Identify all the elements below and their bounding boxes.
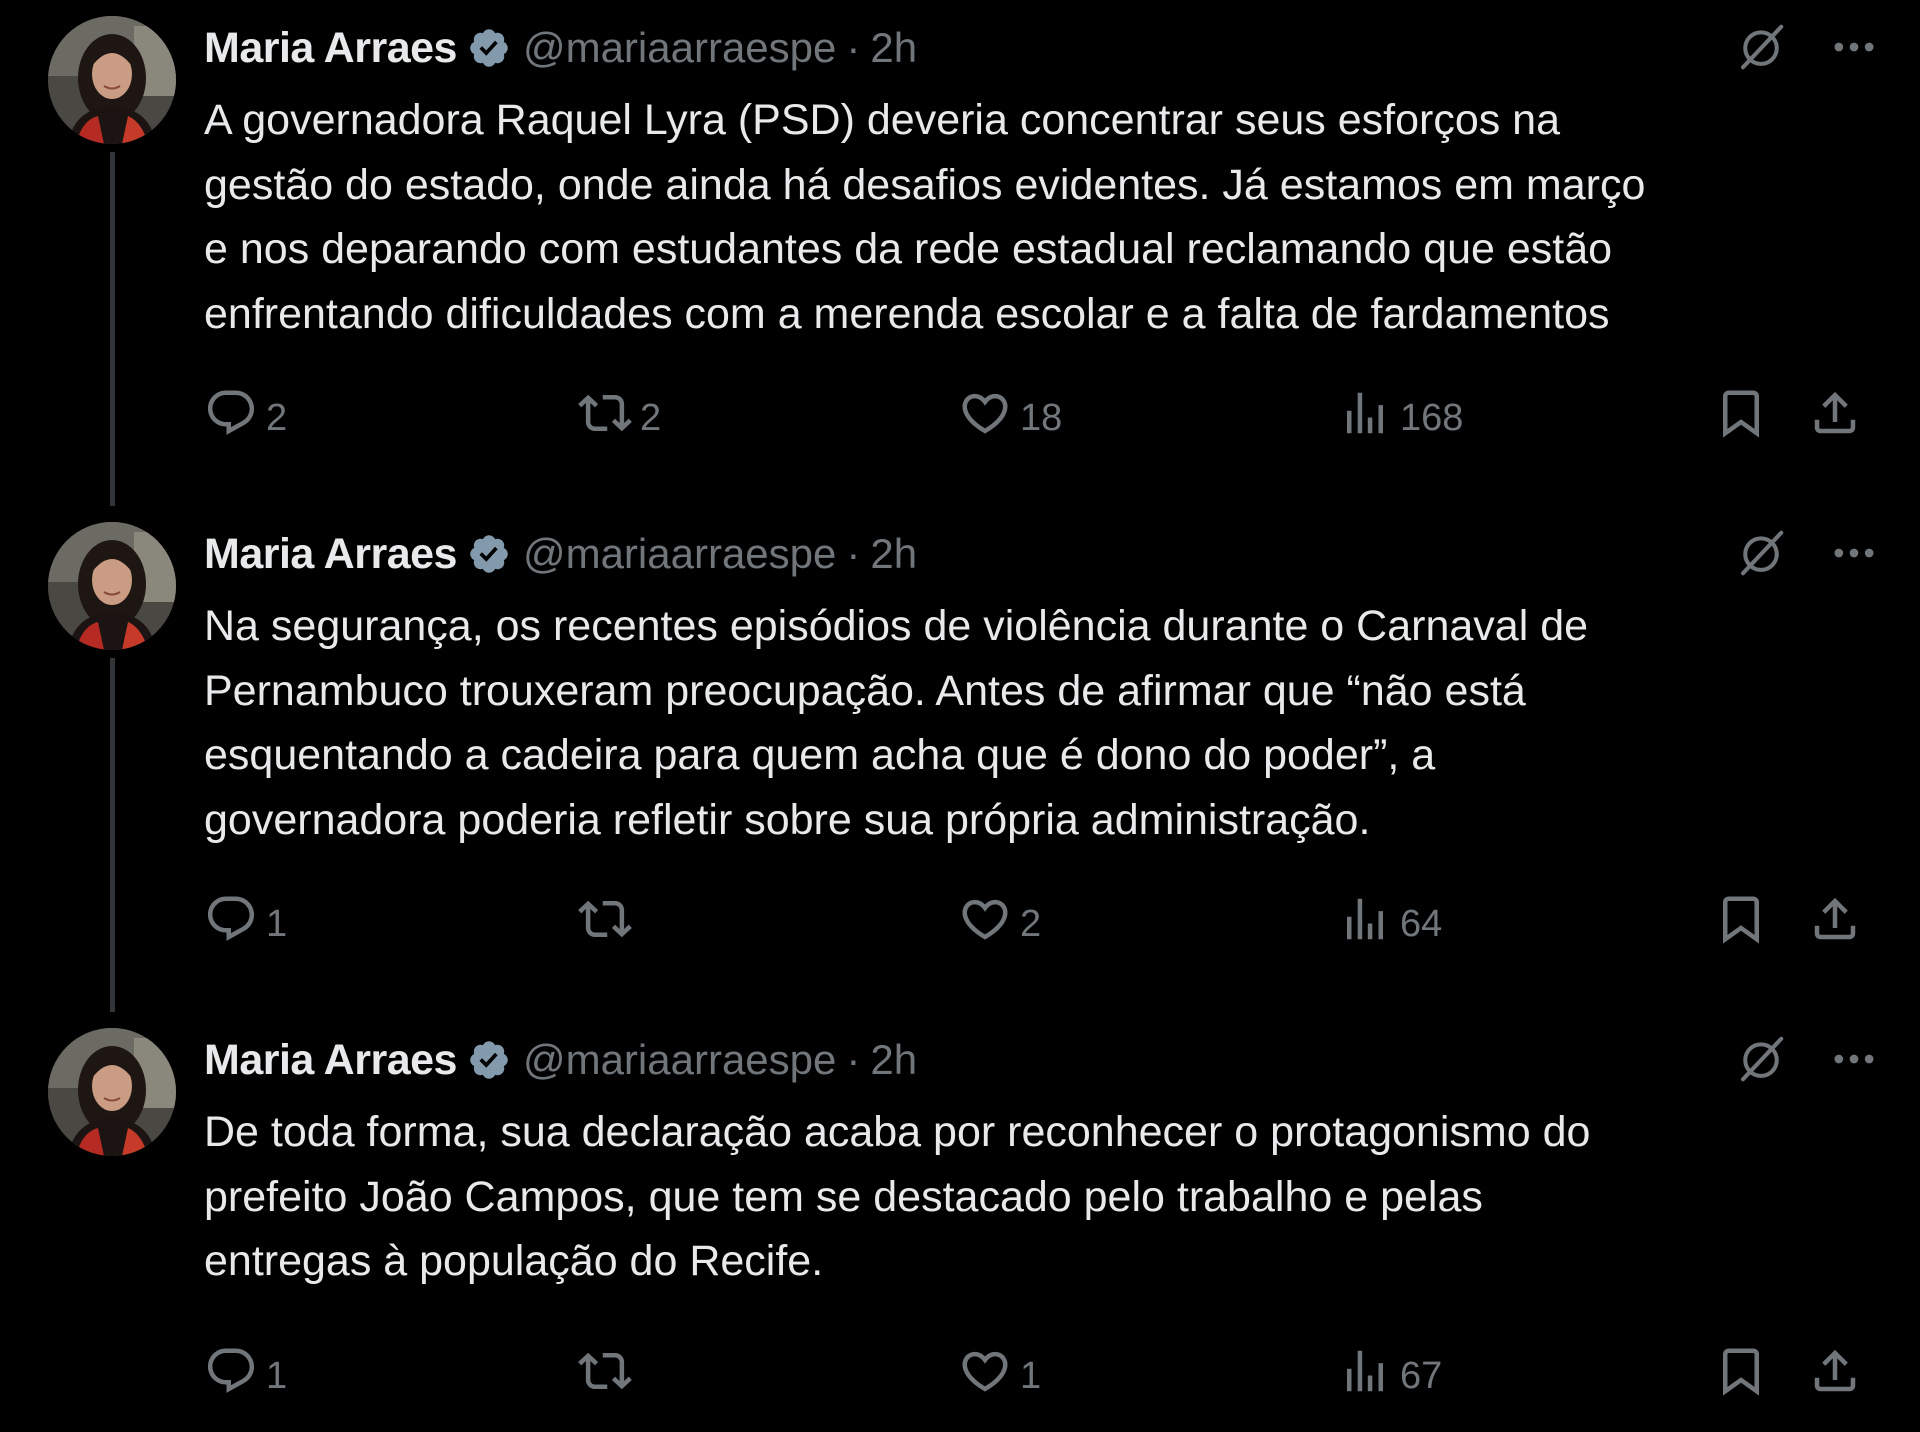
like-icon	[958, 892, 1012, 956]
views-icon	[1338, 892, 1392, 956]
tweet-text-line: gestão do estado, onde ainda há desafios…	[204, 160, 1646, 209]
retweet-icon	[578, 1344, 632, 1408]
tweet-actions: 2 2 18 168	[204, 388, 1880, 448]
like-count: 2	[1020, 902, 1042, 945]
grok-icon[interactable]	[1734, 1032, 1788, 1086]
tweet-header-actions	[1734, 1032, 1880, 1086]
views-count: 64	[1400, 902, 1443, 945]
display-name[interactable]: Maria Arraes	[204, 530, 457, 579]
tweet-text-line: Pernambuco trouxeram preocupação. Antes …	[204, 666, 1526, 715]
views-button[interactable]: 168	[1338, 388, 1463, 448]
separator-dot: ·	[846, 530, 861, 577]
bookmark-icon	[1714, 386, 1768, 450]
tweet-actions: 1 1 67	[204, 1346, 1880, 1406]
tweet-text: A governadora Raquel Lyra (PSD) deveria …	[204, 88, 1884, 346]
retweet-button[interactable]	[578, 894, 640, 954]
bookmark-button[interactable]	[1714, 1346, 1768, 1406]
user-handle[interactable]: @mariaarraespe	[523, 24, 836, 72]
timestamp[interactable]: 2h	[870, 530, 917, 578]
grok-icon[interactable]	[1734, 20, 1788, 74]
separator-dot: ·	[846, 24, 861, 71]
thread-connector-line	[110, 152, 115, 506]
tweet-text: De toda forma, sua declaração acaba por …	[204, 1100, 1884, 1294]
tweet-header: Maria Arraes @mariaarraespe · 2h	[204, 1030, 917, 1090]
retweet-icon	[578, 386, 632, 450]
reply-button[interactable]: 1	[204, 894, 287, 954]
like-icon	[958, 386, 1012, 450]
tweet-text-line: entregas à população do Recife.	[204, 1237, 824, 1285]
bookmark-icon	[1714, 892, 1768, 956]
reply-icon	[204, 892, 258, 956]
user-handle[interactable]: @mariaarraespe	[523, 530, 836, 578]
tweet-text-line: enfrentando dificuldades com a merenda e…	[204, 289, 1610, 338]
thread: Maria Arraes @mariaarraespe · 2h A gover…	[0, 0, 1920, 1432]
bookmark-button[interactable]	[1714, 388, 1768, 448]
share-icon	[1808, 386, 1862, 450]
like-count: 18	[1020, 396, 1063, 439]
share-button[interactable]	[1808, 388, 1862, 448]
share-icon	[1808, 1344, 1862, 1408]
tweet-header: Maria Arraes @mariaarraespe · 2h	[204, 18, 917, 78]
reply-button[interactable]: 2	[204, 388, 287, 448]
display-name[interactable]: Maria Arraes	[204, 24, 457, 73]
views-icon	[1338, 386, 1392, 450]
avatar[interactable]	[48, 16, 176, 144]
retweet-icon	[578, 892, 632, 956]
avatar[interactable]	[48, 1028, 176, 1156]
more-options-icon[interactable]	[1828, 20, 1880, 74]
tweet-text-line: A governadora Raquel Lyra (PSD) deveria …	[204, 96, 1561, 144]
tweet-text-line: esquentando a cadeira para quem acha que…	[204, 731, 1436, 779]
timestamp[interactable]: 2h	[870, 24, 917, 72]
share-button[interactable]	[1808, 894, 1862, 954]
reply-button[interactable]: 1	[204, 1346, 287, 1406]
bookmark-button[interactable]	[1714, 894, 1768, 954]
reply-icon	[204, 1344, 258, 1408]
tweet-header-actions	[1734, 20, 1880, 74]
grok-icon[interactable]	[1734, 526, 1788, 580]
retweet-button[interactable]: 2	[578, 388, 661, 448]
tweet[interactable]: Maria Arraes @mariaarraespe · 2h Na segu…	[0, 506, 1920, 1012]
views-count: 67	[1400, 1354, 1443, 1397]
tweet-header: Maria Arraes @mariaarraespe · 2h	[204, 524, 917, 584]
tweet-text-line: prefeito João Campos, que tem se destaca…	[204, 1172, 1483, 1221]
more-options-icon[interactable]	[1828, 1032, 1880, 1086]
retweet-button[interactable]	[578, 1346, 640, 1406]
like-icon	[958, 1344, 1012, 1408]
tweet-actions: 1 2 64	[204, 894, 1880, 954]
tweet-text-line: De toda forma, sua declaração acaba por …	[204, 1108, 1591, 1156]
like-button[interactable]: 1	[958, 1346, 1041, 1406]
views-icon	[1338, 1344, 1392, 1408]
like-count: 1	[1020, 1354, 1042, 1397]
reply-count: 1	[266, 1354, 288, 1397]
reply-count: 1	[266, 902, 288, 945]
like-button[interactable]: 18	[958, 388, 1062, 448]
reply-icon	[204, 386, 258, 450]
share-icon	[1808, 892, 1862, 956]
views-count: 168	[1400, 396, 1464, 439]
like-button[interactable]: 2	[958, 894, 1041, 954]
display-name[interactable]: Maria Arraes	[204, 1036, 457, 1085]
retweet-count: 2	[640, 396, 662, 439]
verified-badge-icon[interactable]	[467, 26, 511, 70]
verified-badge-icon[interactable]	[467, 1038, 511, 1082]
separator-dot: ·	[846, 1036, 861, 1083]
avatar[interactable]	[48, 522, 176, 650]
views-button[interactable]: 64	[1338, 894, 1442, 954]
share-button[interactable]	[1808, 1346, 1862, 1406]
tweet[interactable]: Maria Arraes @mariaarraespe · 2h A gover…	[0, 0, 1920, 506]
thread-connector-line	[110, 658, 115, 1012]
bookmark-icon	[1714, 1344, 1768, 1408]
views-button[interactable]: 67	[1338, 1346, 1442, 1406]
tweet-text-line: Na segurança, os recentes episódios de v…	[204, 602, 1589, 650]
reply-count: 2	[266, 396, 288, 439]
user-handle[interactable]: @mariaarraespe	[523, 1036, 836, 1084]
tweet[interactable]: Maria Arraes @mariaarraespe · 2h De toda…	[0, 1012, 1920, 1432]
verified-badge-icon[interactable]	[467, 532, 511, 576]
more-options-icon[interactable]	[1828, 526, 1880, 580]
tweet-text-line: governadora poderia refletir sobre sua p…	[204, 795, 1371, 844]
tweet-text: Na segurança, os recentes episódios de v…	[204, 594, 1884, 852]
tweet-header-actions	[1734, 526, 1880, 580]
timestamp[interactable]: 2h	[870, 1036, 917, 1084]
tweet-text-line: e nos deparando com estudantes da rede e…	[204, 225, 1613, 273]
